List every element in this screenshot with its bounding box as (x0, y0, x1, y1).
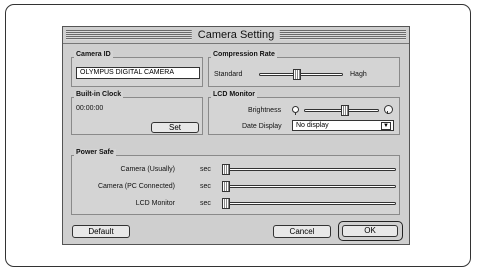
camera-id-field[interactable]: OLYMPUS DIGITAL CAMERA (76, 67, 200, 79)
compression-max-label: Hagh (350, 71, 367, 78)
default-button[interactable]: Default (72, 225, 130, 238)
power-safe-row-unit: sec (200, 200, 211, 207)
power-safe-slider[interactable] (222, 198, 396, 209)
date-display-label: Date Display (242, 123, 282, 130)
power-safe-slider-track (222, 202, 396, 205)
clock-group: Built-in Clock 00:00:00 Set (71, 91, 203, 135)
power-safe-row-label: Camera (Usually) (120, 166, 175, 173)
brightness-label: Brightness (248, 107, 282, 114)
ok-button-default-ring: OK (338, 221, 403, 241)
power-safe-slider[interactable] (222, 181, 396, 192)
title-bar: Camera Setting (63, 27, 409, 44)
power-safe-row-label: LCD Monitor (135, 200, 175, 207)
bright-bulb-icon (384, 105, 393, 114)
compression-min-label: Standard (214, 71, 243, 78)
brightness-slider-thumb[interactable] (341, 105, 349, 116)
power-safe-label: Power Safe (74, 149, 116, 156)
dim-bulb-icon (292, 106, 299, 115)
compression-slider-thumb[interactable] (293, 69, 301, 80)
camera-setting-dialog: Camera Setting Camera ID OLYMPUS DIGITAL… (62, 26, 410, 245)
power-safe-slider[interactable] (222, 164, 396, 175)
compression-slider[interactable] (259, 69, 343, 80)
power-safe-slider-thumb[interactable] (222, 198, 230, 209)
compression-rate-group: Compression Rate Standard Hagh (208, 51, 400, 87)
power-safe-slider-track (222, 185, 396, 188)
clock-label: Built-in Clock (74, 91, 124, 98)
power-safe-slider-thumb[interactable] (222, 181, 230, 192)
power-safe-row-label: Camera (PC Connected) (97, 183, 175, 190)
compression-rate-label: Compression Rate (211, 51, 277, 58)
brightness-slider[interactable] (304, 105, 379, 116)
dropdown-arrow-icon[interactable]: ▼ (381, 122, 391, 130)
lcd-monitor-label: LCD Monitor (211, 91, 257, 98)
power-safe-row-unit: sec (200, 183, 211, 190)
camera-id-label: Camera ID (74, 51, 113, 58)
lcd-monitor-group: LCD Monitor Brightness Date Display No d… (208, 91, 400, 135)
ok-button[interactable]: OK (342, 225, 398, 237)
date-display-value: No display (296, 122, 329, 129)
power-safe-slider-track (222, 168, 396, 171)
date-display-select[interactable]: No display (292, 120, 394, 131)
cancel-button[interactable]: Cancel (273, 225, 331, 238)
camera-id-group: Camera ID OLYMPUS DIGITAL CAMERA (71, 51, 203, 87)
compression-slider-track (259, 73, 343, 76)
set-button[interactable]: Set (151, 122, 199, 133)
clock-time: 00:00:00 (76, 105, 104, 112)
power-safe-row-unit: sec (200, 166, 211, 173)
power-safe-slider-thumb[interactable] (222, 164, 230, 175)
power-safe-group: Power Safe Camera (Usually) sec Camera (PC… (71, 149, 400, 215)
dialog-title: Camera Setting (191, 27, 281, 43)
